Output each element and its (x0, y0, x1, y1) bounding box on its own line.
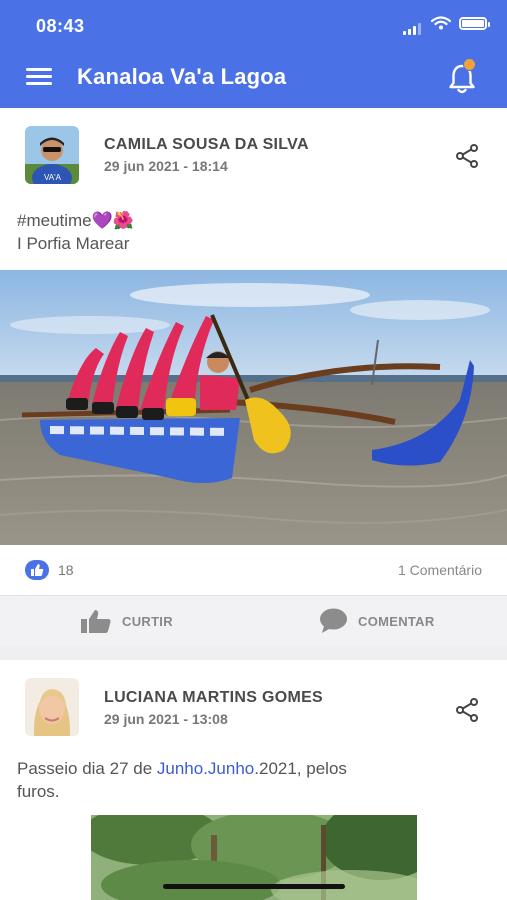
status-time: 08:43 (36, 16, 85, 36)
comment-button-label: COMENTAR (358, 613, 435, 629)
post-text-link[interactable]: Junho.Junho (157, 759, 254, 778)
app-title: Kanaloa Va'a Lagoa (77, 64, 287, 89)
post-text-line: #meutime💜🌺 (17, 211, 134, 230)
like-button[interactable]: CURTIR (80, 596, 173, 646)
svg-text:VA'A: VA'A (44, 173, 62, 182)
post-stats: 18 1 Comentário (0, 548, 507, 592)
share-icon (456, 698, 478, 722)
speech-bubble-icon (320, 608, 347, 633)
post-card: LUCIANA MARTINS GOMES 29 jun 2021 - 13:0… (0, 660, 507, 900)
notifications-button[interactable] (447, 58, 479, 94)
post-photo[interactable] (0, 270, 507, 545)
comment-count[interactable]: 1 Comentário (398, 562, 482, 578)
battery-icon (459, 16, 490, 30)
post-text-line: furos. (17, 782, 60, 801)
post-text-suffix: .2021, pelos (254, 759, 347, 778)
author-avatar[interactable] (25, 678, 79, 736)
share-button[interactable] (454, 143, 480, 169)
post-text-line: I Porfia Marear (17, 234, 130, 253)
comment-button[interactable]: COMENTAR (319, 596, 435, 646)
post-text-line: Passeio dia 27 de Junho.Junho.2021, pelo… (17, 757, 347, 780)
author-name[interactable]: LUCIANA MARTINS GOMES (104, 689, 323, 707)
like-button-label: CURTIR (122, 613, 173, 629)
post-card: VA'A CAMILA SOUSA DA SILVA 29 jun 2021 -… (0, 108, 507, 646)
author-avatar[interactable]: VA'A (25, 126, 79, 184)
author-name[interactable]: CAMILA SOUSA DA SILVA (104, 136, 309, 154)
thumbs-up-icon (31, 564, 44, 576)
status-icons (403, 16, 490, 35)
like-count: 18 (58, 562, 74, 578)
share-icon (456, 144, 478, 168)
thumbs-up-icon (81, 610, 111, 633)
wifi-icon (431, 16, 451, 30)
share-button[interactable] (454, 697, 480, 723)
notification-badge (463, 58, 476, 71)
like-count-badge (25, 560, 49, 580)
post-text: Passeio dia 27 de Junho.Junho.2021, pelo… (17, 757, 347, 803)
post-actions: CURTIR COMENTAR (0, 595, 507, 646)
post-text: #meutime💜🌺 I Porfia Marear (17, 209, 134, 255)
home-indicator (163, 884, 345, 889)
app-header: 08:43 Kanaloa Va'a Lagoa (0, 0, 507, 108)
post-date: 29 jun 2021 - 18:14 (104, 158, 228, 174)
menu-button[interactable] (26, 68, 52, 88)
signal-icon (403, 17, 423, 35)
post-date: 29 jun 2021 - 13:08 (104, 711, 228, 727)
post-text-prefix: Passeio dia 27 de (17, 759, 157, 778)
